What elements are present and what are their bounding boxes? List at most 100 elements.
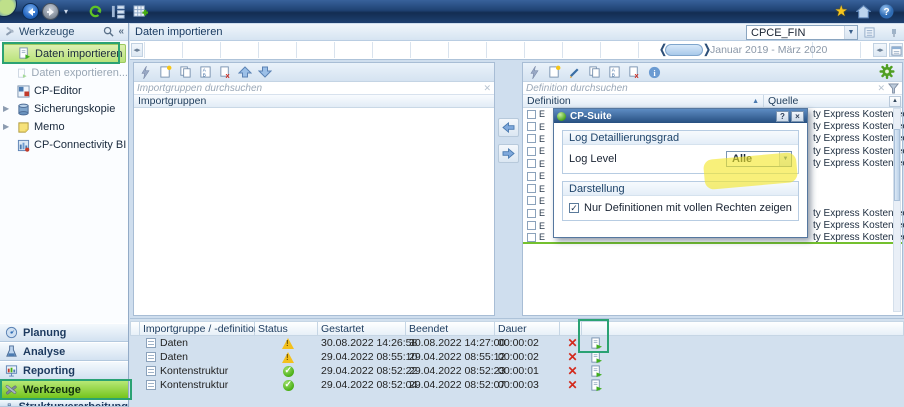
dialog-titlebar[interactable]: CP-Suite ? × — [554, 109, 807, 123]
importgruppen-list-header[interactable]: Importgruppen — [134, 95, 494, 108]
importgruppen-search-input[interactable] — [137, 83, 483, 94]
row-checkbox[interactable] — [527, 233, 536, 242]
timeline-scroll-left-button[interactable]: ◂▸ — [131, 43, 143, 57]
nav-item-werkzeuge[interactable]: Werkzeuge — [0, 380, 128, 399]
expand-icon[interactable]: ▶ — [3, 104, 9, 113]
table-row[interactable]: Daten 29.04.2022 08:55:10 29.04.2022 08:… — [130, 350, 904, 364]
delete-log-entry-button[interactable]: ✕ — [560, 378, 582, 392]
assign-right-button[interactable] — [498, 144, 519, 163]
filter-icon[interactable] — [888, 83, 899, 94]
forward-button[interactable] — [42, 3, 59, 20]
sidebar-item-daten-exportieren[interactable]: Daten exportieren... — [0, 64, 128, 82]
delete-button[interactable]: x — [217, 65, 233, 80]
table-add-icon — [133, 4, 149, 19]
insert-table-button[interactable] — [132, 3, 150, 21]
dialog-close-button[interactable]: × — [791, 111, 804, 122]
sidebar-item-sicherungskopie[interactable]: ▶ Sicherungskopie — [0, 100, 128, 118]
expand-icon[interactable]: ▶ — [3, 122, 9, 131]
copy-button[interactable] — [177, 65, 193, 80]
sidebar-item-cp-editor[interactable]: CP-Editor — [0, 82, 128, 100]
log-level-select[interactable]: Alle ▼ — [726, 151, 792, 167]
content-titlebar: Daten importieren CPCE_FIN ▼ — [130, 24, 904, 41]
sidebar-item-memo[interactable]: ▶ Memo — [0, 118, 128, 136]
pin-panel-button[interactable] — [887, 26, 901, 39]
copy-definition-button[interactable] — [586, 65, 602, 80]
row-checkbox[interactable] — [527, 221, 536, 230]
delete-log-entry-button[interactable]: ✕ — [560, 336, 582, 350]
open-log-button[interactable] — [582, 379, 608, 392]
assign-left-button[interactable] — [498, 118, 519, 137]
settings-gear-button[interactable] — [879, 64, 895, 79]
info-button[interactable]: i — [646, 65, 662, 80]
row-checkbox[interactable] — [527, 147, 536, 156]
sidebar-item-cp-connectivity-bi[interactable]: CP-Connectivity BI — [0, 136, 128, 154]
favorite-star-icon[interactable]: ★ — [835, 4, 848, 19]
column-options-button[interactable]: ▲ — [889, 96, 901, 107]
nav-item-analyse[interactable]: Analyse — [0, 342, 128, 361]
search-icon[interactable] — [103, 26, 114, 37]
back-button[interactable] — [22, 3, 39, 20]
delete-definition-button[interactable]: x — [626, 65, 642, 80]
definition-name-fragment: E — [539, 109, 545, 119]
definition-search-input[interactable] — [526, 83, 877, 94]
refresh-button[interactable] — [86, 3, 104, 21]
row-checkbox[interactable] — [527, 122, 536, 131]
definition-list-header[interactable]: Definition ▲ Quelle ▲ — [523, 95, 902, 108]
clear-search-icon[interactable]: ✕ — [877, 83, 885, 94]
open-log-button[interactable] — [582, 365, 608, 378]
row-checkbox[interactable] — [527, 134, 536, 143]
new-importgruppe-button[interactable] — [157, 65, 173, 80]
row-checkbox[interactable] — [527, 184, 536, 193]
dialog-help-button[interactable]: ? — [776, 111, 789, 122]
profile-options-button[interactable] — [862, 26, 876, 39]
run-definition-button[interactable] — [526, 65, 542, 80]
nav-item-strukturverarbeitung[interactable]: Strukturverarbeitung — [0, 399, 128, 407]
row-checkbox[interactable] — [527, 172, 536, 181]
table-row[interactable]: Kontenstruktur 29.04.2022 08:52:22 29.04… — [130, 364, 904, 378]
calendar-button[interactable] — [889, 43, 903, 57]
profile-select[interactable]: CPCE_FIN ▼ — [746, 25, 858, 40]
nav-item-planung[interactable]: Planung — [0, 323, 128, 342]
definition-name-fragment: E — [539, 159, 545, 169]
move-up-button[interactable] — [237, 65, 253, 80]
open-log-button[interactable] — [582, 351, 608, 364]
scrollbar-thumb[interactable] — [894, 129, 900, 201]
tools-icon — [4, 26, 15, 37]
timeline-bar[interactable]: ◂▸ ❬ ❭ Januar 2019 - März 2020 ◂▸ — [130, 41, 904, 60]
timeline-scroll-right-button[interactable]: ◂▸ — [873, 43, 887, 57]
info-icon: i — [648, 66, 661, 79]
sidebar-item-daten-importieren[interactable]: Daten importieren — [2, 44, 126, 63]
sort-ascending-icon[interactable]: ▲ — [752, 98, 759, 105]
delete-log-entry-button[interactable]: ✕ — [560, 364, 582, 378]
history-dropdown-caret[interactable]: ▾ — [64, 7, 68, 16]
sort-definitions-button[interactable]: A B — [606, 65, 622, 80]
row-checkbox[interactable] — [527, 196, 536, 205]
collapse-sidebar-icon[interactable]: « — [118, 26, 124, 37]
arrow-up-icon — [238, 66, 252, 78]
definition-scrollbar[interactable] — [893, 108, 901, 312]
new-definition-button[interactable] — [546, 65, 562, 80]
timeline-slider-thumb[interactable] — [665, 44, 703, 56]
delete-log-entry-button[interactable]: ✕ — [560, 350, 582, 364]
open-log-button[interactable] — [582, 337, 608, 350]
quelle-cell: ty Express Kostenrechn — [813, 208, 904, 219]
nav-item-reporting[interactable]: Reporting — [0, 361, 128, 380]
table-row[interactable]: Kontenstruktur 29.04.2022 08:52:04 29.04… — [130, 378, 904, 392]
structure-view-button[interactable] — [109, 3, 127, 21]
arrow-left-icon — [502, 122, 515, 133]
run-import-button[interactable] — [137, 65, 153, 80]
log-table-header[interactable]: Importgruppe / -definition Status Gestar… — [130, 321, 904, 336]
app-orb-button[interactable] — [0, 0, 17, 17]
row-checkbox[interactable] — [527, 159, 536, 168]
definition-toolbar: A B x i — [523, 63, 902, 82]
move-down-button[interactable] — [257, 65, 273, 80]
row-checkbox[interactable] — [527, 110, 536, 119]
clear-search-icon[interactable]: ✕ — [483, 83, 491, 94]
home-icon[interactable] — [856, 5, 871, 19]
edit-definition-button[interactable] — [566, 65, 582, 80]
row-checkbox[interactable] — [527, 209, 536, 218]
sort-button[interactable]: A B — [197, 65, 213, 80]
rights-filter-checkbox[interactable]: ✓ — [569, 203, 579, 213]
help-icon[interactable]: ? — [879, 4, 894, 19]
table-row[interactable]: Daten 30.08.2022 14:26:58 30.08.2022 14:… — [130, 336, 904, 350]
